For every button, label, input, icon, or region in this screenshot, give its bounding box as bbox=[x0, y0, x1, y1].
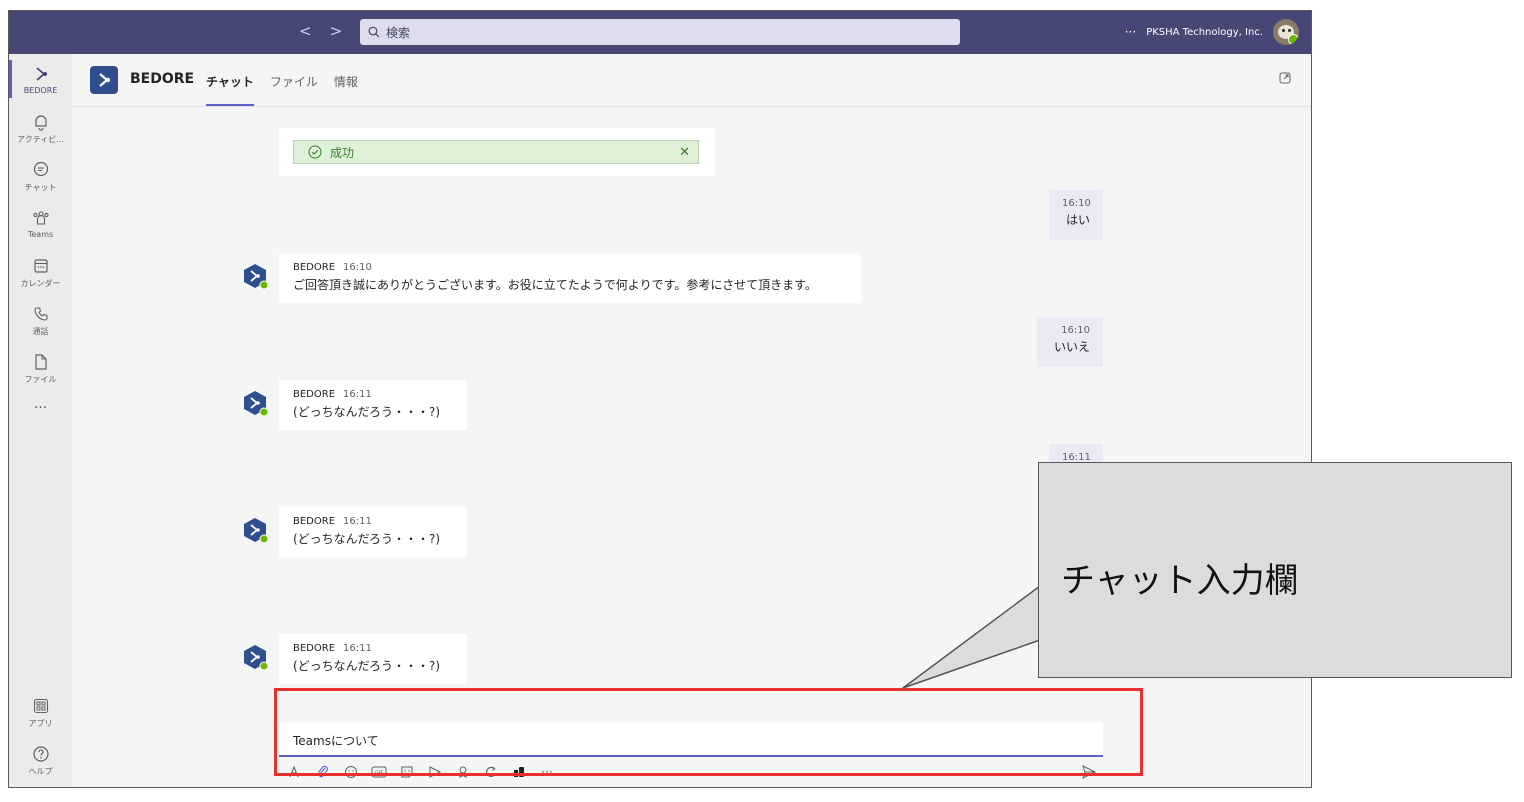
rail-label: カレンダー bbox=[20, 279, 61, 288]
tab-list: チャット ファイル 情報 bbox=[206, 73, 358, 106]
bedore-app-icon bbox=[35, 67, 47, 81]
more-options-button[interactable]: ··· bbox=[1125, 25, 1136, 39]
rail-label: アクティビ... bbox=[17, 135, 64, 144]
callout-label: チャット入力欄 bbox=[1061, 561, 1299, 601]
bot-avatar-icon bbox=[244, 264, 269, 290]
rail-label: チャット bbox=[24, 183, 57, 192]
search-box[interactable]: 検索 bbox=[360, 19, 960, 45]
bot-avatar-icon bbox=[244, 645, 269, 671]
message-meta: BEDORE 16:10 bbox=[293, 262, 847, 273]
search-placeholder: 検索 bbox=[386, 25, 411, 40]
teams-icon bbox=[32, 211, 49, 225]
rail-label: 通話 bbox=[32, 327, 49, 336]
message-meta: BEDORE 16:11 bbox=[293, 643, 453, 654]
bot-message: BEDORE 16:11 (どっちなんだろう・・・?) bbox=[279, 380, 467, 430]
rail-item-chat[interactable]: チャット bbox=[9, 160, 72, 193]
bell-icon bbox=[34, 115, 47, 131]
account-area: ··· PKSHA Technology, Inc. bbox=[1125, 19, 1299, 45]
message-text: いいえ bbox=[1053, 340, 1090, 354]
presence-available-icon bbox=[1288, 34, 1299, 45]
sender-name: BEDORE bbox=[293, 643, 336, 654]
rail-label: Teams bbox=[27, 230, 54, 239]
annotation-callout: チャット入力欄 bbox=[1038, 462, 1512, 678]
forward-arrow-icon[interactable]: > bbox=[330, 22, 343, 40]
back-arrow-icon[interactable]: < bbox=[299, 22, 312, 40]
rail-item-teams[interactable]: Teams bbox=[9, 208, 72, 239]
rail-label: ファイル bbox=[24, 375, 57, 384]
message-meta: BEDORE 16:11 bbox=[293, 389, 453, 400]
check-circle-icon bbox=[308, 145, 322, 159]
rail-item-activity[interactable]: アクティビ... bbox=[9, 112, 72, 145]
phone-icon bbox=[33, 307, 48, 321]
apps-icon bbox=[33, 698, 48, 714]
rail-item-calendar[interactable]: カレンダー bbox=[9, 256, 72, 289]
success-text: 成功 bbox=[330, 145, 355, 160]
message-text: (どっちなんだろう・・・?) bbox=[293, 659, 441, 673]
history-nav: < > bbox=[299, 22, 342, 40]
input-highlight-box bbox=[274, 688, 1143, 776]
rail-label: BEDORE bbox=[23, 86, 58, 95]
message-text: (どっちなんだろう・・・?) bbox=[293, 532, 441, 546]
bot-message: BEDORE 16:11 (どっちなんだろう・・・?) bbox=[279, 634, 467, 684]
calendar-icon bbox=[33, 259, 48, 273]
channel-header: BEDORE チャット ファイル 情報 bbox=[72, 54, 1311, 107]
more-icon: ··· bbox=[33, 400, 48, 416]
my-message: 16:10 いいえ bbox=[1037, 317, 1103, 367]
org-name[interactable]: PKSHA Technology, Inc. bbox=[1146, 27, 1263, 38]
message-text: (どっちなんだろう・・・?) bbox=[293, 405, 441, 419]
bot-message: BEDORE 16:11 (どっちなんだろう・・・?) bbox=[279, 507, 467, 557]
rail-label: アプリ bbox=[28, 719, 53, 728]
rail-item-files[interactable]: ファイル bbox=[9, 352, 72, 385]
message-meta: BEDORE 16:11 bbox=[293, 516, 453, 527]
message-text: ご回答頂き誠にありがとうございます。お役に立てたようで何よりです。参考にさせて頂… bbox=[293, 278, 817, 292]
rail-item-more[interactable]: ··· bbox=[9, 400, 72, 416]
avatar-eye-left bbox=[1282, 29, 1285, 32]
sender-name: BEDORE bbox=[293, 516, 336, 527]
bedore-logo-icon bbox=[99, 73, 111, 87]
tab-files[interactable]: ファイル bbox=[270, 73, 318, 90]
top-bar: < > 検索 ··· PKSHA Technology, Inc. bbox=[9, 11, 1311, 54]
app-rail: BEDORE アクティビ... チャット Teams カレンダー 通話 ファイル… bbox=[9, 54, 72, 787]
search-icon bbox=[368, 26, 380, 38]
rail-item-calls[interactable]: 通話 bbox=[9, 304, 72, 337]
success-banner: 成功 ✕ bbox=[293, 140, 699, 164]
rail-item-apps[interactable]: アプリ bbox=[9, 696, 72, 729]
message-text: はい bbox=[1065, 213, 1090, 227]
message-time: 16:10 bbox=[343, 262, 372, 273]
bot-avatar-icon bbox=[244, 391, 269, 417]
message-time: 16:11 bbox=[343, 643, 372, 654]
user-avatar[interactable] bbox=[1273, 19, 1299, 45]
file-icon bbox=[34, 354, 47, 370]
adaptive-card: 成功 ✕ bbox=[279, 128, 715, 176]
rail-item-bedore[interactable]: BEDORE bbox=[9, 60, 72, 98]
message-time: 16:11 bbox=[343, 516, 372, 527]
help-icon bbox=[32, 746, 49, 762]
message-time: 16:11 bbox=[343, 389, 372, 400]
bot-message: BEDORE 16:10 ご回答頂き誠にありがとうございます。お役に立てたようで何… bbox=[279, 253, 861, 303]
message-time: 16:10 bbox=[1061, 325, 1090, 336]
app-title: BEDORE bbox=[130, 71, 195, 87]
message-list: 成功 ✕ 16:10 はい BEDORE 16:10 ご回答頂き誠にありがとうござ… bbox=[72, 107, 1311, 787]
rail-label: ヘルプ bbox=[28, 767, 53, 776]
tab-chat[interactable]: チャット bbox=[206, 73, 254, 106]
sender-name: BEDORE bbox=[293, 262, 336, 273]
rail-item-help[interactable]: ヘルプ bbox=[9, 744, 72, 777]
bot-avatar-icon bbox=[244, 518, 269, 544]
message-time: 16:10 bbox=[1062, 198, 1091, 209]
tab-info[interactable]: 情報 bbox=[334, 73, 358, 90]
bedore-logo bbox=[90, 66, 118, 94]
chat-icon bbox=[33, 161, 48, 177]
avatar-eye-right bbox=[1288, 29, 1291, 32]
popout-icon[interactable] bbox=[1279, 72, 1291, 84]
sender-name: BEDORE bbox=[293, 389, 336, 400]
my-message: 16:10 はい bbox=[1049, 190, 1103, 240]
close-icon[interactable]: ✕ bbox=[679, 145, 690, 160]
